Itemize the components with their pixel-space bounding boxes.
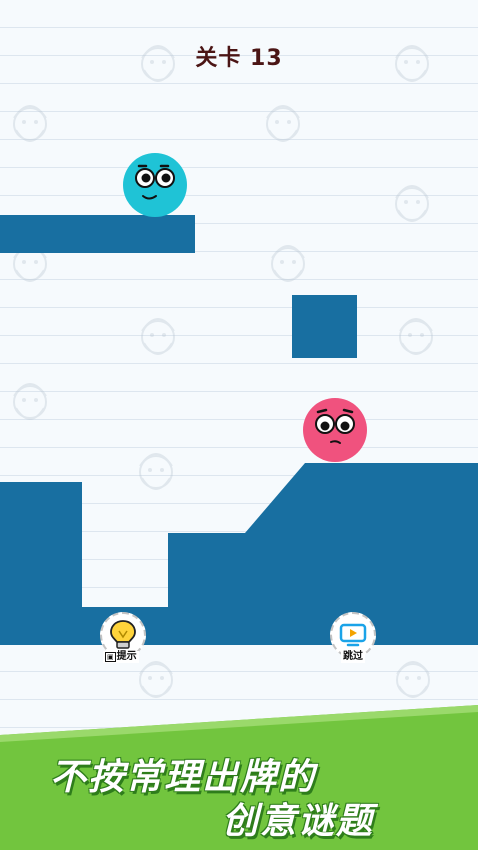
game-board[interactable]: 关卡 13 ▣ 提示 跳过 不按常理出牌的 创意谜题 bbox=[0, 0, 478, 850]
terrain bbox=[0, 463, 478, 645]
video-play-icon bbox=[339, 623, 367, 647]
pink-ball-face bbox=[315, 408, 355, 444]
lightbulb-icon bbox=[110, 620, 136, 649]
hint-label: ▣ 提示 bbox=[103, 651, 139, 663]
terrain-shape bbox=[0, 463, 478, 645]
video-badge-icon: ▣ bbox=[105, 652, 116, 662]
slogan-line-2: 创意谜题 bbox=[222, 801, 375, 842]
skip-label: 跳过 bbox=[341, 651, 365, 663]
pink-ball[interactable] bbox=[303, 398, 367, 462]
hint-label-text: 提示 bbox=[116, 651, 137, 662]
cyan-ball[interactable] bbox=[123, 153, 187, 217]
promo-banner: 不按常理出牌的 创意谜题 bbox=[0, 700, 478, 850]
cyan-ball-face bbox=[135, 164, 175, 200]
